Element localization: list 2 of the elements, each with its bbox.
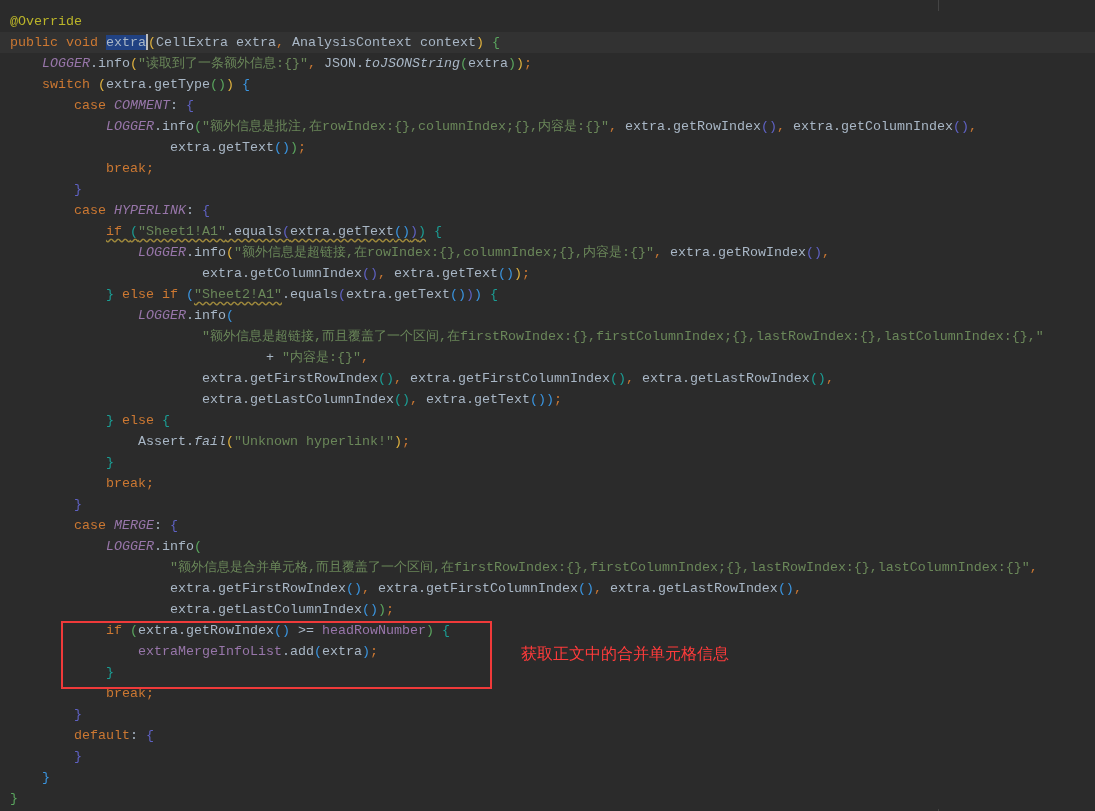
annotation-text: 获取正文中的合并单元格信息: [521, 644, 729, 664]
text-caret: [146, 34, 148, 51]
